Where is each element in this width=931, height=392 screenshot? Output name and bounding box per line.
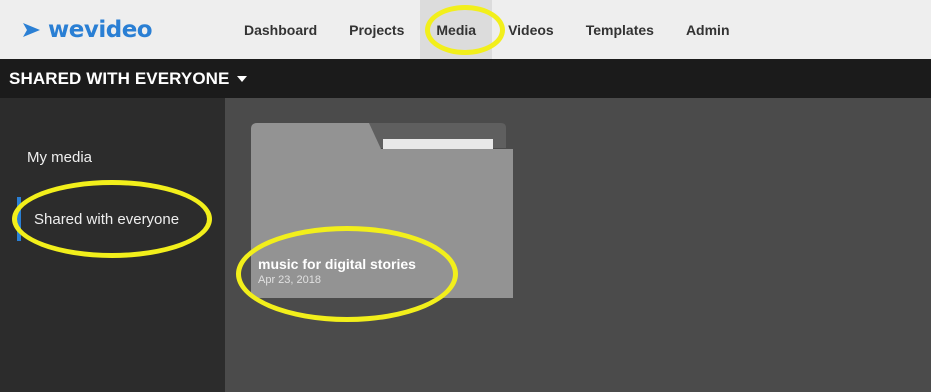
section-title: SHARED WITH EVERYONE [9, 68, 230, 88]
play-icon [23, 23, 40, 37]
logo-text: wevideo [48, 17, 153, 43]
caret-down-icon [236, 75, 247, 82]
highlight-ellipse-shared [12, 180, 212, 258]
nav-admin[interactable]: Admin [670, 0, 746, 59]
sidebar-item-label: My media [27, 148, 93, 166]
sidebar-item-my-media[interactable]: My media [0, 135, 225, 179]
highlight-ellipse-media [425, 5, 505, 55]
highlight-ellipse-folder [236, 226, 458, 322]
section-header[interactable]: SHARED WITH EVERYONE [0, 59, 931, 98]
nav-projects[interactable]: Projects [333, 0, 420, 59]
nav-templates[interactable]: Templates [570, 0, 670, 59]
nav-dashboard[interactable]: Dashboard [228, 0, 333, 59]
wevideo-logo[interactable]: wevideo [22, 16, 153, 44]
